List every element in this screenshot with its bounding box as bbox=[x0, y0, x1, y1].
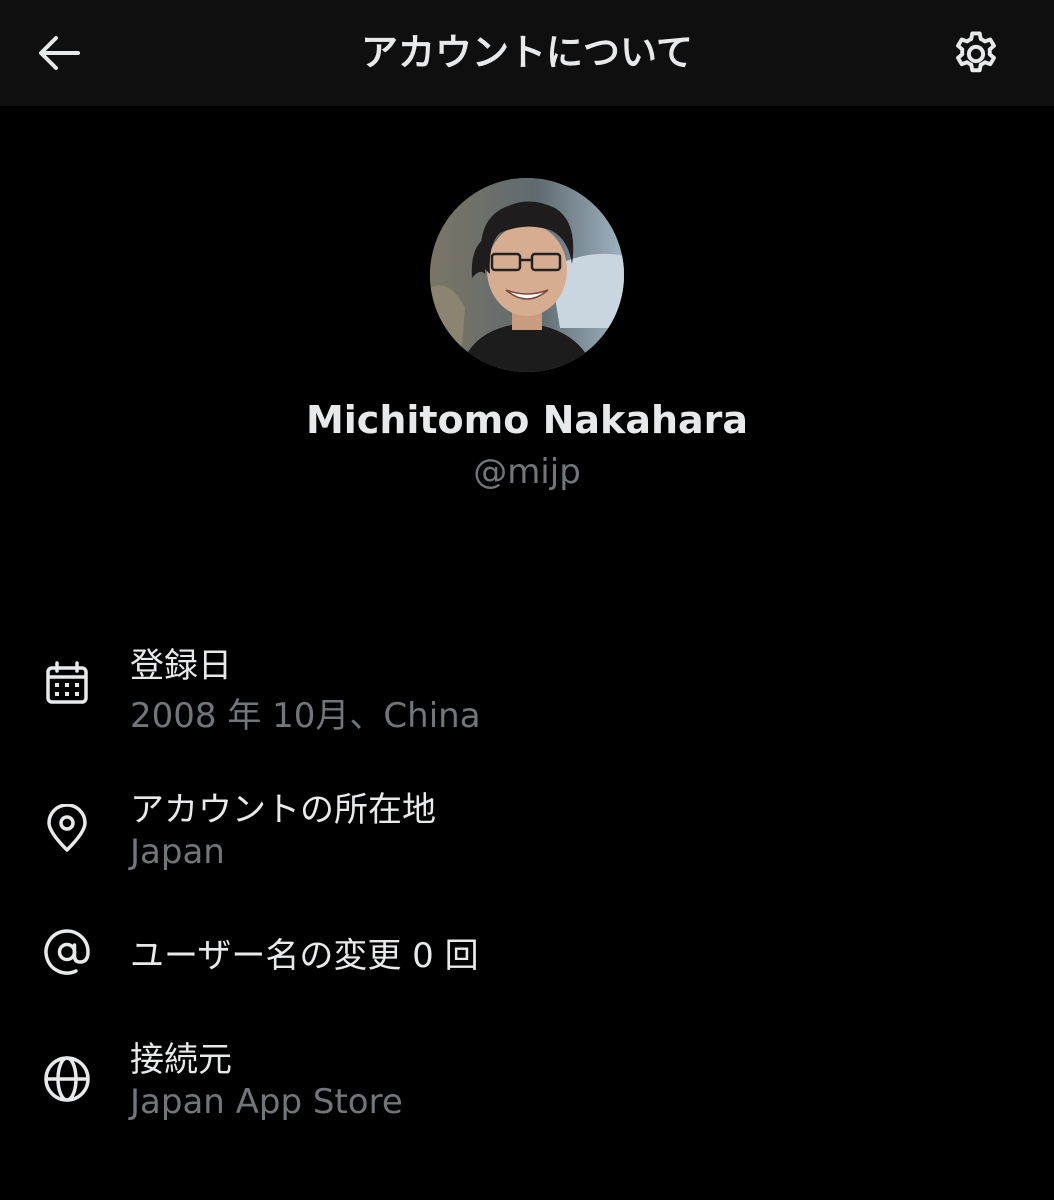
back-button[interactable] bbox=[24, 18, 94, 88]
info-row-connected-via: 接続元 Japan App Store bbox=[0, 1028, 1054, 1128]
connected-via-label: 接続元 bbox=[130, 1040, 232, 1080]
gear-icon bbox=[956, 31, 996, 73]
arrow-left-icon bbox=[39, 36, 80, 70]
info-row-username-changes: ユーザー名の変更 0 回 bbox=[0, 922, 1054, 982]
username-handle: @mijp bbox=[473, 452, 581, 492]
avatar[interactable] bbox=[430, 178, 624, 372]
page-title: アカウントについて bbox=[361, 31, 693, 74]
top-bar: アカウントについて bbox=[0, 0, 1054, 106]
location-label: アカウントの所在地 bbox=[130, 790, 436, 830]
joined-value: 2008 年 10月、China bbox=[130, 696, 481, 736]
joined-label: 登録日 bbox=[130, 646, 232, 686]
profile-photo bbox=[430, 178, 624, 372]
at-sign-icon bbox=[40, 925, 94, 979]
info-row-location: アカウントの所在地 Japan bbox=[0, 778, 1054, 878]
username-changes-label: ユーザー名の変更 0 回 bbox=[130, 936, 479, 976]
settings-button[interactable] bbox=[940, 18, 1012, 90]
location-value: Japan bbox=[130, 832, 225, 872]
location-pin-icon bbox=[40, 802, 94, 856]
display-name: Michitomo Nakahara bbox=[305, 398, 749, 442]
globe-icon bbox=[40, 1052, 94, 1106]
calendar-icon bbox=[40, 656, 94, 710]
info-row-joined: 登録日 2008 年 10月、China bbox=[0, 632, 1054, 736]
connected-via-value: Japan App Store bbox=[130, 1082, 403, 1122]
